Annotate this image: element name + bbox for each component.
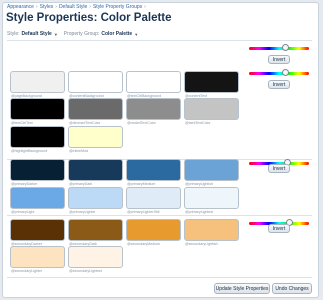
- hue-slider-thumb[interactable]: [282, 44, 289, 51]
- color-swatch-label: @textCtrlText: [11, 121, 33, 125]
- invert-button[interactable]: Invert: [268, 224, 290, 233]
- color-swatch-label: @primaryLightest: [185, 210, 214, 214]
- breadcrumb-default-style[interactable]: Default Style: [59, 4, 87, 10]
- color-swatch-label: @faintTextColor: [185, 121, 211, 125]
- style-selector[interactable]: Default Style: [22, 31, 52, 37]
- color-swatch-label: @secondaryLightish: [185, 242, 218, 246]
- color-swatch[interactable]: [68, 71, 123, 93]
- divider: [7, 277, 312, 278]
- color-swatch[interactable]: [126, 98, 181, 120]
- invert-button[interactable]: Invert: [268, 164, 290, 173]
- color-swatch-label: @primaryDarker: [11, 182, 38, 186]
- color-swatch[interactable]: [126, 71, 181, 93]
- chevron-down-icon[interactable]: ▼: [134, 32, 138, 37]
- color-swatch[interactable]: [126, 219, 181, 241]
- color-swatch-label: @primaryDark: [69, 182, 93, 186]
- color-swatch[interactable]: [68, 159, 123, 181]
- breadcrumb: Appearance › Styles › Default Style › St…: [7, 4, 148, 10]
- hue-slider-thumb[interactable]: [282, 69, 289, 76]
- color-swatch[interactable]: [10, 159, 65, 181]
- color-swatch[interactable]: [68, 246, 123, 268]
- color-swatch[interactable]: [184, 219, 239, 241]
- color-swatch[interactable]: [68, 126, 123, 148]
- style-selector-label: Style:: [7, 31, 20, 37]
- color-swatch[interactable]: [126, 187, 181, 209]
- color-swatch-label: @primaryLighter: [69, 210, 96, 214]
- color-swatch[interactable]: [68, 187, 123, 209]
- breadcrumb-separator: ›: [89, 4, 91, 10]
- color-swatch[interactable]: [10, 98, 65, 120]
- color-swatch[interactable]: [10, 219, 65, 241]
- color-swatch[interactable]: [184, 187, 239, 209]
- group-selector[interactable]: Color Palette: [101, 31, 132, 37]
- color-swatch[interactable]: [10, 246, 65, 268]
- breadcrumb-separator: ›: [144, 4, 146, 10]
- color-swatch[interactable]: [10, 187, 65, 209]
- color-swatch[interactable]: [184, 159, 239, 181]
- color-swatch-label: @highlightBackground: [11, 149, 48, 153]
- hue-slider-track[interactable]: [249, 72, 309, 75]
- color-swatch-label: @mutedTextColor: [127, 121, 156, 125]
- color-swatch-label: @primaryLight: [11, 210, 35, 214]
- breadcrumb-style-property-groups[interactable]: Style Property Groups: [93, 4, 142, 10]
- color-swatch[interactable]: [68, 219, 123, 241]
- color-swatch[interactable]: [68, 98, 123, 120]
- breadcrumb-styles[interactable]: Styles: [40, 4, 54, 10]
- color-swatch-label: @dimmedTextColor: [69, 121, 101, 125]
- selector-bar: Style: Default Style ▼ Property Group: C…: [7, 31, 144, 37]
- hue-slider-track[interactable]: [249, 47, 309, 50]
- divider: [7, 215, 312, 216]
- color-swatch-label: @primaryLightish: [185, 182, 214, 186]
- invert-button[interactable]: Invert: [268, 80, 290, 89]
- color-swatch[interactable]: [184, 98, 239, 120]
- color-swatch-label: @primaryLighterStill: [127, 210, 160, 214]
- invert-button[interactable]: Invert: [268, 55, 290, 64]
- color-swatch-label: @primaryMedium: [127, 182, 156, 186]
- color-swatch-label: @secondaryLightest: [69, 269, 102, 273]
- breadcrumb-separator: ›: [55, 4, 57, 10]
- color-swatch-label: @secondaryMedium: [127, 242, 161, 246]
- breadcrumb-separator: ›: [35, 4, 38, 10]
- color-swatch-label: @inlineMod: [69, 149, 89, 153]
- undo-changes-button[interactable]: Undo Changes: [272, 283, 312, 294]
- color-swatch[interactable]: [126, 159, 181, 181]
- divider: [7, 40, 312, 41]
- color-swatch[interactable]: [184, 71, 239, 93]
- chevron-down-icon[interactable]: ▼: [54, 32, 58, 37]
- breadcrumb-appearance[interactable]: Appearance: [7, 4, 34, 10]
- page-title: Style Properties: Color Palette: [6, 12, 172, 24]
- group-selector-label: Property Group:: [63, 31, 100, 37]
- color-swatch-label: @secondaryLighter: [11, 269, 43, 273]
- update-style-properties-button[interactable]: Update Style Properties: [214, 283, 270, 294]
- color-swatch[interactable]: [10, 126, 65, 148]
- color-swatch[interactable]: [10, 71, 65, 93]
